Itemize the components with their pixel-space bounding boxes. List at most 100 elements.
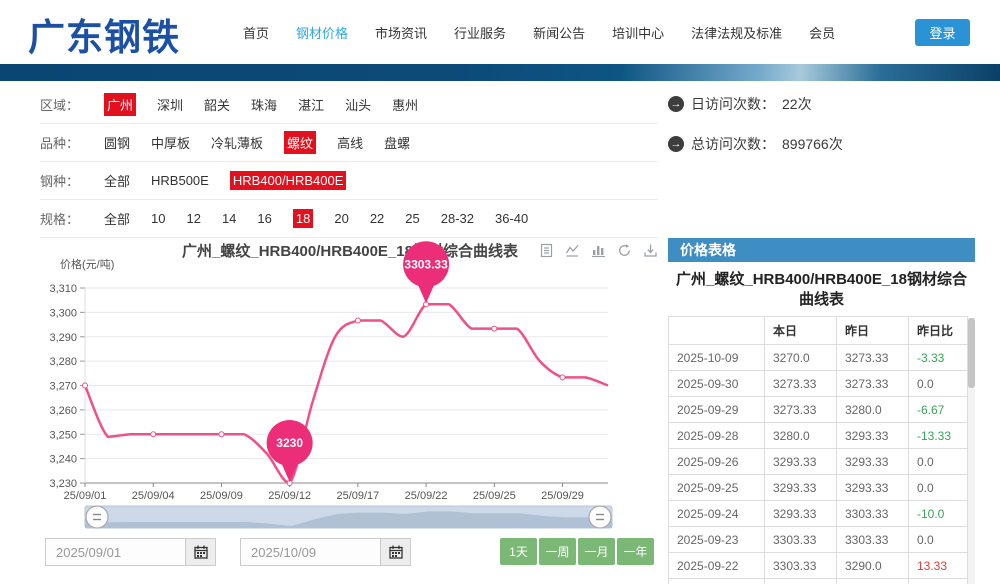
nav-item[interactable]: 法律法规及标准	[691, 23, 782, 42]
filter-option[interactable]: 螺纹	[284, 131, 316, 154]
end-date-group	[240, 538, 411, 566]
datazoom-slider[interactable]	[40, 502, 660, 532]
nav-item[interactable]: 行业服务	[454, 23, 506, 42]
filter-option[interactable]: 12	[186, 211, 200, 226]
filter-option[interactable]: 珠海	[251, 95, 277, 114]
filter-option[interactable]: 惠州	[392, 95, 418, 114]
table-row: 2025-10-093270.03273.33-3.33	[669, 345, 968, 371]
filter-option[interactable]: 深圳	[157, 95, 183, 114]
filter-option[interactable]: 25	[405, 211, 419, 226]
table-row	[669, 579, 968, 584]
svg-text:3,270: 3,270	[49, 381, 77, 393]
range-buttons: 1天一周一月一年	[500, 538, 654, 565]
filter-option[interactable]: 汕头	[345, 95, 371, 114]
nav-item[interactable]: 市场资讯	[375, 23, 427, 42]
table-row: 2025-09-263293.333293.330.0	[669, 449, 968, 475]
calendar-button[interactable]	[185, 539, 215, 565]
price-table: 本日 昨日 昨日比 2025-10-093270.03273.33-3.33 20…	[668, 316, 968, 584]
column-yesterday: 昨日	[837, 317, 909, 345]
column-date	[669, 317, 765, 345]
filter-option[interactable]: 10	[151, 211, 165, 226]
nav-item[interactable]: 首页	[243, 23, 269, 42]
nav-item[interactable]: 钢材价格	[296, 23, 348, 42]
range-button[interactable]: 一月	[578, 538, 615, 565]
svg-text:3,280: 3,280	[49, 356, 77, 368]
table-row: 2025-09-233303.333303.330.0	[669, 527, 968, 553]
filter-row: 规格：全部 10 12 14 16 18 20 22 25 28-32 36-40	[40, 200, 658, 238]
start-date-group	[45, 538, 216, 566]
filter-option[interactable]: 全部	[104, 171, 130, 190]
svg-text:25/09/22: 25/09/22	[405, 490, 448, 502]
filter-option[interactable]: 全部	[104, 209, 130, 228]
main-nav: 首页 钢材价格 市场资讯 行业服务 新闻公告 培训中心 法律法规及标准 会员	[243, 0, 835, 64]
range-button[interactable]: 一年	[617, 538, 654, 565]
filter-row: 品种：圆钢 中厚板 冷轧薄板 螺纹 高线 盘螺	[40, 124, 658, 162]
filter-option[interactable]: 14	[222, 211, 236, 226]
table-row: 2025-09-243293.333303.33-10.0	[669, 501, 968, 527]
start-date-input[interactable]	[46, 539, 185, 565]
svg-text:3,240: 3,240	[49, 454, 77, 466]
filter-option[interactable]: 冷轧薄板	[211, 133, 263, 152]
filter-label: 品种：	[40, 133, 104, 152]
filter-option[interactable]: 18	[293, 209, 313, 228]
filter-option[interactable]: 盘螺	[384, 133, 410, 152]
arrow-circle-icon: →	[668, 96, 684, 112]
calendar-icon	[389, 545, 403, 559]
nav-item[interactable]: 新闻公告	[533, 23, 585, 42]
svg-text:3,250: 3,250	[49, 429, 77, 441]
arrow-circle-icon: →	[668, 136, 684, 152]
filter-option[interactable]: 高线	[337, 133, 363, 152]
site-logo[interactable]: 广东钢铁	[28, 7, 180, 61]
filter-option[interactable]: 湛江	[298, 95, 324, 114]
range-button[interactable]: 1天	[500, 538, 537, 565]
range-button[interactable]: 一周	[539, 538, 576, 565]
table-row: 2025-09-253293.333293.330.0	[669, 475, 968, 501]
nav-item[interactable]: 会员	[809, 23, 835, 42]
column-change: 昨日比	[909, 317, 968, 345]
end-date-input[interactable]	[241, 539, 380, 565]
daily-visits-stat: → 日访问次数： 22次	[668, 94, 812, 114]
datazoom-handle-right[interactable]	[589, 506, 611, 528]
calendar-button[interactable]	[380, 539, 410, 565]
login-button[interactable]: 登录	[915, 19, 970, 46]
filter-option[interactable]: 22	[370, 211, 384, 226]
filter-option[interactable]: 20	[334, 211, 348, 226]
banner-image	[0, 64, 1000, 81]
table-header-row: 本日 昨日 昨日比	[669, 317, 968, 345]
svg-text:3303.33: 3303.33	[404, 257, 448, 271]
scrollbar-thumb[interactable]	[968, 318, 975, 388]
filter-option[interactable]: 广州	[104, 93, 136, 116]
price-line-chart: 3,2303,2403,2503,2603,2703,2803,2903,300…	[40, 255, 660, 505]
filter-label: 规格：	[40, 209, 104, 228]
price-table-panel: 价格表格 广州_螺纹_HRB400/HRB400E_18钢材综合曲线表 本日 昨…	[668, 238, 975, 584]
filter-option[interactable]: 16	[257, 211, 271, 226]
filter-option[interactable]: 中厚板	[151, 133, 190, 152]
svg-text:价格(元/吨): 价格(元/吨)	[60, 257, 114, 271]
svg-text:3,310: 3,310	[49, 283, 77, 295]
daily-visits-label: 日访问次数：	[691, 94, 775, 114]
table-row: 2025-09-293273.333280.0-6.67	[669, 397, 968, 423]
panel-header: 价格表格	[668, 238, 975, 262]
filter-option[interactable]: HRB500E	[151, 173, 209, 188]
total-visits-stat: → 总访问次数： 899766次	[668, 134, 843, 154]
svg-text:25/09/29: 25/09/29	[541, 490, 584, 502]
chart-section: 广州_螺纹_HRB400/HRB400E_18钢材综合曲线表 3,2303	[40, 238, 660, 584]
nav-item[interactable]: 培训中心	[612, 23, 664, 42]
svg-text:25/09/09: 25/09/09	[200, 490, 243, 502]
table-scrollbar	[968, 318, 975, 584]
filter-option[interactable]: 36-40	[495, 211, 528, 226]
filter-panel: 区域：广州深圳韶关珠海湛江汕头惠州品种：圆钢中厚板冷轧薄板螺纹高线盘螺钢种：全部…	[40, 86, 658, 238]
filter-option[interactable]: HRB400/HRB400E	[230, 171, 347, 190]
calendar-icon	[194, 545, 208, 559]
datazoom-handle-left[interactable]	[86, 506, 108, 528]
svg-text:25/09/12: 25/09/12	[268, 490, 311, 502]
filter-label: 区域：	[40, 95, 104, 114]
date-controls: 1天一周一月一年	[40, 538, 660, 566]
total-visits-label: 总访问次数：	[691, 134, 775, 154]
filter-option[interactable]: 圆钢	[104, 133, 130, 152]
svg-text:3,260: 3,260	[49, 405, 77, 417]
svg-text:25/09/04: 25/09/04	[132, 490, 175, 502]
filter-option[interactable]: 韶关	[204, 95, 230, 114]
svg-text:25/09/25: 25/09/25	[473, 490, 516, 502]
filter-option[interactable]: 28-32	[441, 211, 474, 226]
